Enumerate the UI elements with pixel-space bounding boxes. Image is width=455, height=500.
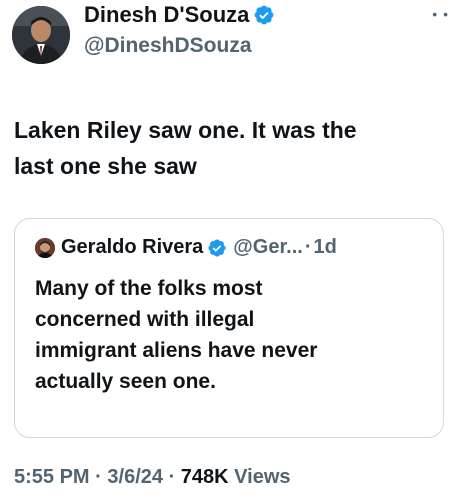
author-avatar[interactable] (12, 6, 70, 64)
more-options-icon[interactable]: • • (432, 6, 449, 22)
tweet-date[interactable]: 3/6/24 (107, 466, 163, 488)
quoted-author-name[interactable]: Geraldo Rivera (61, 236, 203, 259)
tweet-metadata: 5:55 PM · 3/6/24 · 748K Views (14, 466, 291, 489)
tweet-text-line: last one she saw (14, 153, 197, 179)
quoted-tweet-time[interactable]: 1d (314, 236, 337, 259)
quoted-text-line: immigrant aliens have never (35, 339, 318, 362)
quoted-tweet-card[interactable]: Geraldo Rivera @Ger... · 1d Many of the … (14, 218, 444, 438)
views-count[interactable]: 748K (181, 466, 229, 488)
author-handle[interactable]: @DineshDSouza (84, 34, 252, 58)
separator-dot: · (95, 466, 102, 488)
tweet-time[interactable]: 5:55 PM (14, 466, 90, 488)
avatar-image (12, 6, 70, 64)
author-name[interactable]: Dinesh D'Souza (84, 2, 249, 28)
separator-dot: · (304, 236, 312, 258)
quoted-author-avatar[interactable] (35, 237, 55, 258)
views-label: Views (234, 466, 291, 488)
quoted-tweet-header: Geraldo Rivera @Ger... · 1d (35, 236, 337, 259)
quoted-text-line: actually seen one. (35, 370, 216, 393)
tweet-text: Laken Riley saw one. It was the last one… (14, 112, 444, 184)
verified-badge-icon (254, 5, 274, 25)
verified-badge-icon (208, 238, 226, 257)
quoted-author-handle[interactable]: @Ger... (233, 236, 303, 259)
quoted-text-line: Many of the folks most (35, 277, 263, 300)
avatar-image (35, 237, 55, 258)
quoted-tweet-text: Many of the folks most concerned with il… (35, 273, 430, 397)
quoted-text-line: concerned with illegal (35, 308, 255, 331)
author-name-row[interactable]: Dinesh D'Souza (84, 2, 275, 28)
tweet-text-line: Laken Riley saw one. It was the (14, 117, 357, 143)
separator-dot: · (168, 466, 176, 488)
